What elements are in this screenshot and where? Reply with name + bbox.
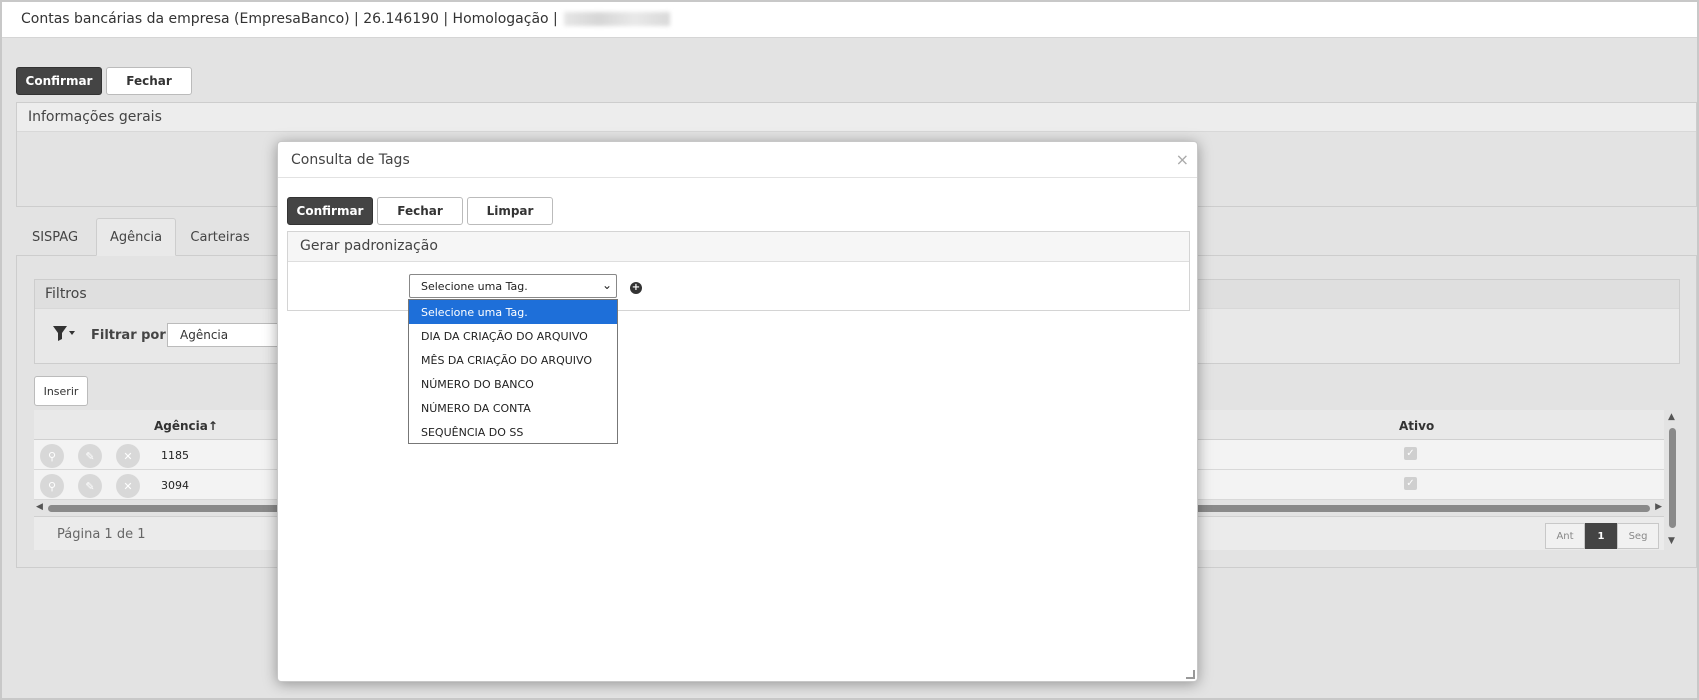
scroll-down-icon[interactable]: ▼ [1668, 536, 1675, 546]
vertical-scrollbar[interactable]: ▲ ▼ [1666, 410, 1680, 546]
dialog-clear-button[interactable]: Limpar [467, 197, 553, 225]
resize-handle[interactable] [1186, 670, 1195, 679]
sort-asc-icon: ↑ [207, 419, 218, 433]
dropdown-option-dia-criacao[interactable]: DIA DA CRIAÇÃO DO ARQUIVO [409, 324, 617, 348]
window-title: Contas bancárias da empresa (EmpresaBanc… [21, 11, 670, 27]
insert-button[interactable]: Inserir [34, 376, 88, 406]
dropdown-option-placeholder[interactable]: Selecione uma Tag. [409, 300, 617, 324]
page-info: Página 1 de 1 [57, 527, 146, 542]
dropdown-option-numero-banco[interactable]: NÚMERO DO BANCO [409, 372, 617, 396]
prev-page-button[interactable]: Ant [1545, 523, 1585, 549]
dialog-title: Consulta de Tags [291, 152, 410, 168]
confirm-button[interactable]: Confirmar [16, 67, 102, 95]
cell-agencia: 3094 [161, 479, 189, 492]
scroll-right-icon[interactable]: ▶ [1655, 502, 1662, 512]
edit-icon[interactable]: ✎ [78, 474, 102, 498]
close-icon[interactable]: × [1176, 152, 1189, 168]
column-header-agencia-label: Agência [154, 419, 208, 433]
standardization-title: Gerar padronização [288, 232, 1189, 262]
column-header-agencia[interactable]: Agência↑ [154, 419, 218, 433]
edit-icon[interactable]: ✎ [78, 444, 102, 468]
scroll-up-icon[interactable]: ▲ [1668, 412, 1675, 422]
add-tag-icon[interactable]: + [630, 282, 642, 294]
dropdown-option-mes-criacao[interactable]: MÊS DA CRIAÇÃO DO ARQUIVO [409, 348, 617, 372]
filter-by-select[interactable]: Agência [167, 323, 287, 347]
tab-agencia[interactable]: Agência [96, 218, 176, 256]
next-page-button[interactable]: Seg [1617, 523, 1659, 549]
dialog-close-button[interactable]: Fechar [377, 197, 463, 225]
page-button-current[interactable]: 1 [1585, 523, 1617, 549]
redacted-user [563, 12, 670, 26]
view-icon[interactable]: ⚲ [40, 444, 64, 468]
window-title-text: Contas bancárias da empresa (EmpresaBanc… [21, 11, 558, 27]
view-icon[interactable]: ⚲ [40, 474, 64, 498]
chevron-down-icon: ⌄ [601, 278, 612, 292]
cell-agencia: 1185 [161, 449, 189, 462]
tag-dropdown-list: Selecione uma Tag. DIA DA CRIAÇÃO DO ARQ… [408, 299, 618, 444]
tag-select-value: Selecione uma Tag. [421, 280, 528, 293]
vertical-scroll-thumb[interactable] [1669, 428, 1676, 528]
delete-icon[interactable]: ✕ [116, 474, 140, 498]
column-header-ativo[interactable]: Ativo [1399, 419, 1434, 433]
general-info-title: Informações gerais [17, 103, 1696, 132]
tab-sispag[interactable]: SISPAG [20, 218, 90, 256]
tags-dialog: Consulta de Tags × Confirmar Fechar Limp… [277, 141, 1198, 682]
dropdown-option-numero-conta[interactable]: NÚMERO DA CONTA [409, 396, 617, 420]
filter-funnel-icon[interactable] [53, 325, 75, 345]
active-checkbox: ✓ [1404, 447, 1417, 460]
close-button[interactable]: Fechar [106, 67, 192, 95]
active-checkbox: ✓ [1404, 477, 1417, 490]
scroll-left-icon[interactable]: ◀ [36, 502, 43, 512]
dropdown-option-sequencia-ss[interactable]: SEQUÊNCIA DO SS [409, 420, 617, 444]
dialog-header: Consulta de Tags × [278, 142, 1197, 178]
filter-by-label: Filtrar por [91, 328, 166, 343]
delete-icon[interactable]: ✕ [116, 444, 140, 468]
tab-carteiras[interactable]: Carteiras [184, 218, 256, 256]
tag-select[interactable]: Selecione uma Tag. ⌄ [409, 274, 617, 298]
dialog-confirm-button[interactable]: Confirmar [287, 197, 373, 225]
title-bar: Contas bancárias da empresa (EmpresaBanc… [2, 2, 1697, 38]
